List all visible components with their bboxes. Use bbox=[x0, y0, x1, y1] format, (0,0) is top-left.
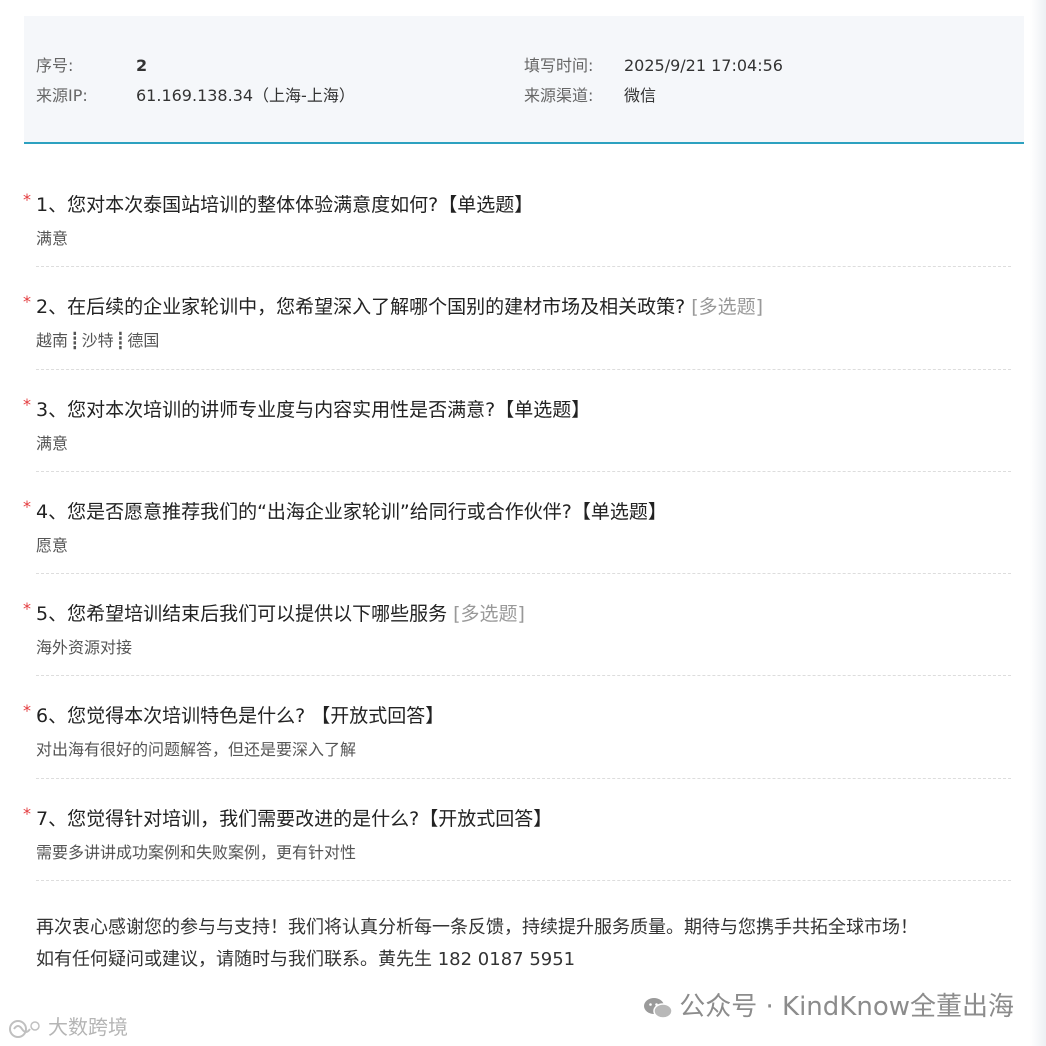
required-mark: * bbox=[23, 292, 31, 311]
question-type: 【单选题】 bbox=[495, 399, 591, 421]
question-title: 1、您对本次泰国站培训的整体体验满意度如何?【单选题】 bbox=[36, 192, 533, 218]
question-type: [多选题] bbox=[453, 603, 525, 625]
answer-text: 海外资源对接 bbox=[36, 638, 133, 657]
question-text: 1、您对本次泰国站培训的整体体验满意度如何? bbox=[36, 194, 439, 216]
answer-text: 需要多讲讲成功案例和失败案例，更有针对性 bbox=[36, 843, 357, 862]
required-mark: * bbox=[23, 395, 31, 414]
closing-message: 再次衷心感谢您的参与与支持！我们将认真分析每一条反馈，持续提升服务质量。期待与您… bbox=[36, 912, 996, 976]
answer-text: 愿意 bbox=[36, 536, 69, 555]
time-value: 2025/9/21 17:04:56 bbox=[624, 56, 783, 75]
required-mark: * bbox=[23, 497, 31, 516]
wechat-icon bbox=[644, 997, 673, 1019]
question-title: 7、您觉得针对培训，我们需要改进的是什么?【开放式回答】 bbox=[36, 806, 552, 832]
channel-label: 来源渠道: bbox=[524, 86, 594, 105]
question-item: * 7、您觉得针对培训，我们需要改进的是什么?【开放式回答】 需要多讲讲成功案例… bbox=[23, 804, 1011, 881]
answer-list: 越南 ┋ 沙特 ┋ 德国 bbox=[36, 330, 159, 352]
question-text: 3、您对本次培训的讲师专业度与内容实用性是否满意? bbox=[36, 399, 496, 421]
question-title: 3、您对本次培训的讲师专业度与内容实用性是否满意?【单选题】 bbox=[36, 397, 590, 423]
question-text: 6、您觉得本次培训特色是什么? bbox=[36, 705, 312, 727]
required-mark: * bbox=[23, 190, 31, 209]
question-title: 5、您希望培训结束后我们可以提供以下哪些服务 [多选题] bbox=[36, 601, 525, 627]
question-item: * 3、您对本次培训的讲师专业度与内容实用性是否满意?【单选题】 满意 bbox=[23, 395, 1011, 472]
ip-label: 来源IP: bbox=[36, 86, 88, 105]
answer-option: 德国 bbox=[127, 331, 160, 350]
question-type: 【开放式回答】 bbox=[311, 705, 445, 727]
answer-option: 越南 bbox=[36, 331, 69, 350]
closing-thanks: 再次衷心感谢您的参与与支持！我们将认真分析每一条反馈，持续提升服务质量。期待与您… bbox=[36, 917, 918, 938]
answer-text: 对出海有很好的问题解答，但还是要深入了解 bbox=[36, 740, 357, 759]
question-item: * 6、您觉得本次培训特色是什么? 【开放式回答】 对出海有很好的问题解答，但还… bbox=[23, 701, 1011, 779]
required-mark: * bbox=[23, 804, 31, 823]
right-edge-shadow bbox=[1030, 0, 1046, 1046]
question-title: 4、您是否愿意推荐我们的“出海企业家轮训”给同行或合作伙伴?【单选题】 bbox=[36, 499, 667, 525]
seq-label: 序号: bbox=[36, 56, 74, 75]
required-mark: * bbox=[23, 701, 31, 720]
answer-option: 沙特 bbox=[81, 331, 114, 350]
question-item: * 1、您对本次泰国站培训的整体体验满意度如何?【单选题】 满意 bbox=[23, 190, 1011, 267]
answer-separator: ┋ bbox=[70, 331, 80, 350]
watermark-text: 公众号 · KindKnow全董出海 bbox=[679, 992, 1014, 1022]
question-type: [多选题] bbox=[691, 296, 764, 318]
required-mark: * bbox=[23, 599, 31, 618]
watermark-official-account: 公众号 · KindKnow全董出海 bbox=[643, 986, 1014, 1023]
answer-separator: ┋ bbox=[115, 331, 126, 350]
question-text: 7、您觉得针对培训，我们需要改进的是什么? bbox=[36, 808, 420, 830]
question-item: * 5、您希望培训结束后我们可以提供以下哪些服务 [多选题] 海外资源对接 bbox=[23, 599, 1011, 676]
answer-text: 满意 bbox=[36, 229, 69, 248]
watermark-brand-text: 大数跨境 bbox=[48, 1015, 128, 1039]
closing-contact: 如有任何疑问或建议，请随时与我们联系。黄先生 182 0187 5951 bbox=[36, 949, 576, 970]
question-item: * 4、您是否愿意推荐我们的“出海企业家轮训”给同行或合作伙伴?【单选题】 愿意 bbox=[23, 497, 1011, 574]
question-title: 6、您觉得本次培训特色是什么? 【开放式回答】 bbox=[36, 703, 444, 729]
question-text: 2、在后续的企业家轮训中，您希望深入了解哪个国别的建材市场及相关政策? bbox=[36, 296, 686, 318]
seq-value: 2 bbox=[136, 56, 148, 75]
question-text: 4、您是否愿意推荐我们的“出海企业家轮训”给同行或合作伙伴? bbox=[36, 501, 572, 523]
question-item: * 2、在后续的企业家轮训中，您希望深入了解哪个国别的建材市场及相关政策? [多… bbox=[23, 292, 1011, 370]
watermark-brand: 大数跨境 bbox=[8, 1011, 128, 1040]
question-text: 5、您希望培训结束后我们可以提供以下哪些服务 bbox=[36, 603, 448, 625]
question-title: 2、在后续的企业家轮训中，您希望深入了解哪个国别的建材市场及相关政策? [多选题… bbox=[36, 294, 763, 320]
brand-logo-icon bbox=[9, 1019, 40, 1038]
question-type: 【单选题】 bbox=[571, 501, 667, 523]
time-label: 填写时间: bbox=[524, 56, 594, 75]
answer-text: 满意 bbox=[36, 434, 69, 453]
response-info-panel: 序号: 2 来源IP: 61.169.138.34（上海-上海） 填写时间: 2… bbox=[24, 16, 1024, 144]
question-type: 【单选题】 bbox=[438, 194, 534, 216]
question-type: 【开放式回答】 bbox=[419, 808, 553, 830]
channel-value: 微信 bbox=[624, 86, 657, 105]
ip-value: 61.169.138.34（上海-上海） bbox=[136, 86, 355, 105]
